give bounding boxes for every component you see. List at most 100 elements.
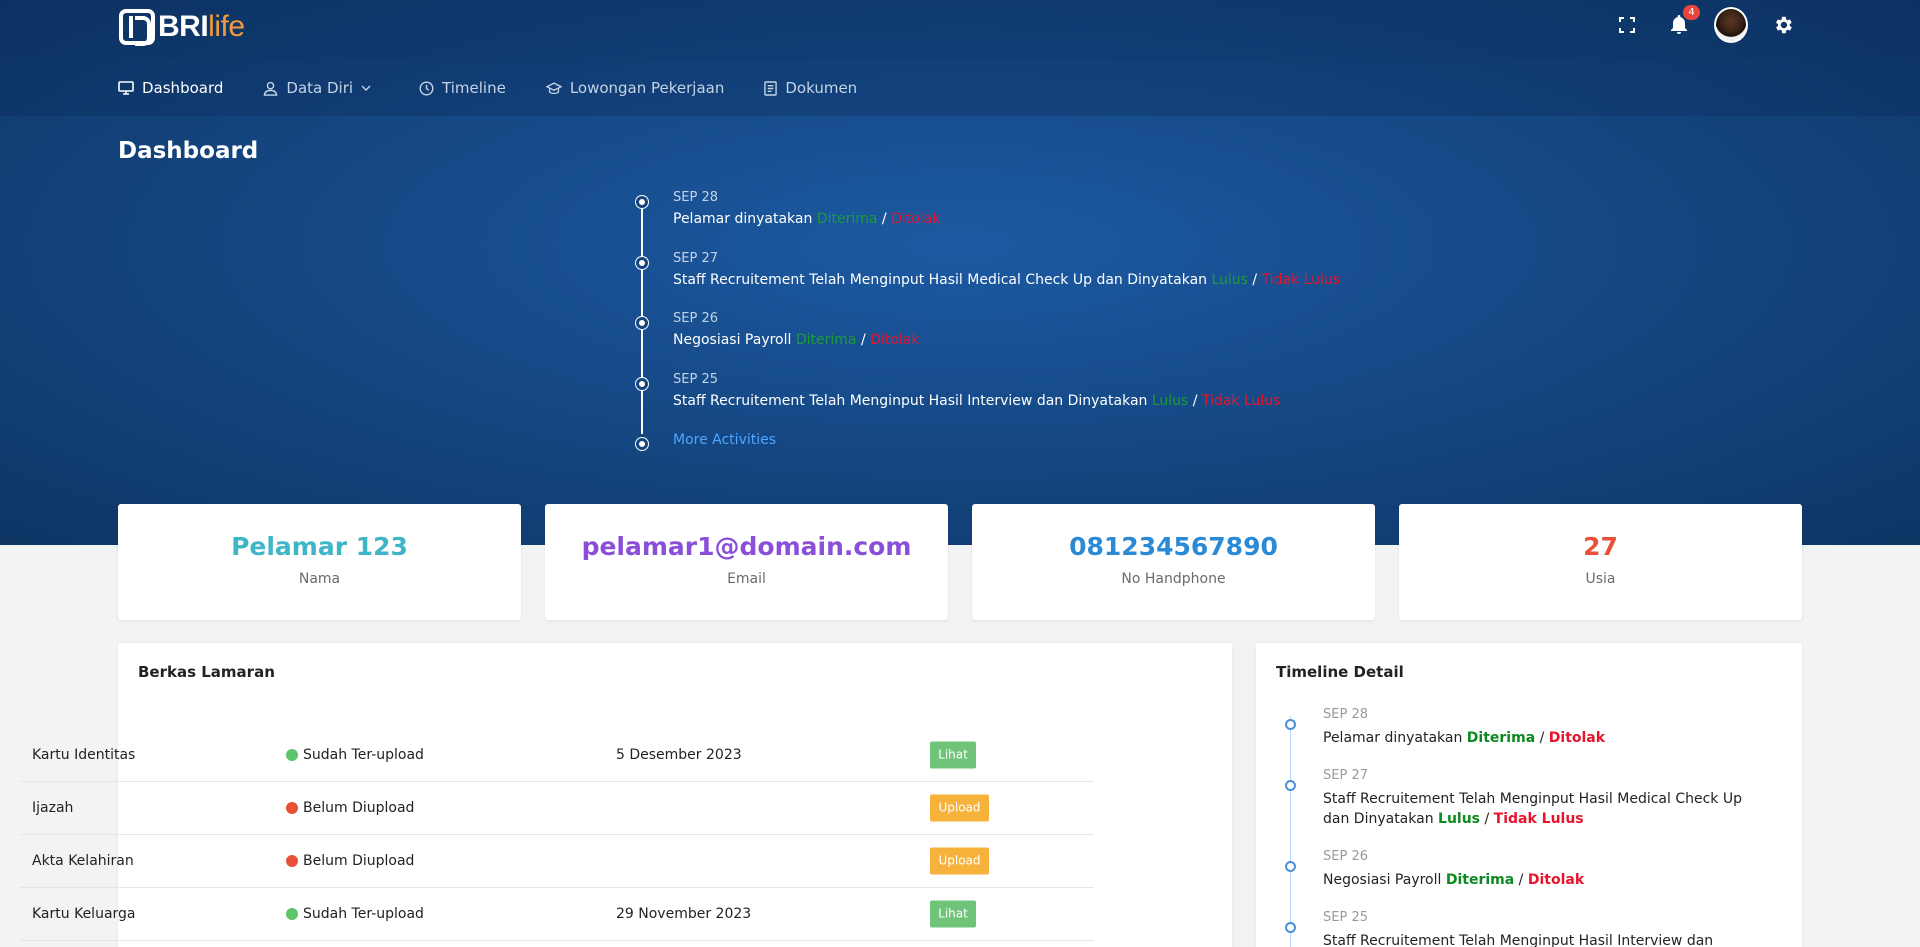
- timeline-text: Staff Recruitement Telah Menginput Hasil…: [1323, 791, 1743, 827]
- user-avatar-button[interactable]: [1714, 7, 1748, 43]
- fullscreen-icon[interactable]: [1610, 8, 1644, 42]
- timeline-line: [1290, 716, 1291, 947]
- brand-mark-icon: [119, 9, 155, 46]
- status-rejected: Ditolak: [870, 332, 920, 348]
- gear-icon[interactable]: [1766, 8, 1800, 42]
- upload-date: 5 Desember 2023: [616, 747, 742, 763]
- panel-title: Timeline Detail: [1276, 663, 1404, 681]
- timeline-dot: [1285, 922, 1296, 933]
- status-rejected: Tidak Lulus: [1261, 272, 1341, 288]
- avatar: [1714, 7, 1748, 43]
- nav-label-timeline: Timeline: [442, 79, 506, 97]
- status-dot: [286, 855, 298, 867]
- timeline-date: SEP 28: [1323, 707, 1368, 722]
- status-accepted: Diterima: [816, 211, 878, 227]
- timeline-text: Staff Recruitement Telah Menginput Hasil…: [673, 272, 1341, 288]
- upload-status: Sudah Ter-upload: [286, 747, 424, 763]
- document-name: Kartu Keluarga: [32, 906, 136, 922]
- brand-name-bri: BRI: [158, 10, 209, 43]
- timeline-dot: [1285, 780, 1296, 791]
- upload-status: Sudah Ter-upload: [286, 906, 424, 922]
- timeline-text: Negosiasi Payroll Diterima / Ditolak: [1323, 872, 1585, 888]
- timeline-date: SEP 27: [1323, 768, 1368, 783]
- timeline-dot: [636, 378, 648, 390]
- status-dot: [286, 802, 298, 814]
- card-value: 27: [1583, 532, 1618, 561]
- status-accepted: Diterima: [1466, 730, 1536, 746]
- timeline-text: Staff Recruitement Telah Menginput Hasil…: [1323, 933, 1714, 947]
- upload-button[interactable]: Upload: [930, 847, 989, 875]
- status-rejected: Tidak Lulus: [1493, 811, 1584, 827]
- bell-icon[interactable]: 4: [1662, 5, 1700, 42]
- nav-item-dashboard[interactable]: Dashboard: [118, 79, 223, 97]
- status-dot: [286, 908, 298, 920]
- nav-label-dashboard: Dashboard: [142, 79, 224, 97]
- notification-badge: 4: [1683, 5, 1700, 20]
- table-row: Kartu Identitas Sudah Ter-upload 5 Desem…: [20, 729, 1094, 782]
- nav-label-data-diri: Data Diri: [286, 79, 354, 97]
- panel-title: Berkas Lamaran: [138, 663, 275, 681]
- chevron-down-icon: [361, 85, 371, 91]
- nav-item-data-diri[interactable]: Data Diri: [263, 79, 379, 97]
- upload-button[interactable]: Upload: [930, 794, 989, 822]
- card-label: Nama: [298, 571, 341, 587]
- document-name: Kartu Identitas: [32, 747, 136, 763]
- main-nav: Dashboard Data Diri Timeline Lowongan Pe…: [118, 60, 897, 116]
- card-usia: 27 Usia: [1399, 504, 1802, 620]
- card-label: No Handphone: [1121, 571, 1226, 587]
- nav-item-lowongan-pekerjaan[interactable]: Lowongan Pekerjaan: [545, 79, 725, 97]
- timeline-date: SEP 25: [1323, 910, 1368, 925]
- timeline-text: Negosiasi Payroll Diterima / Ditolak: [673, 332, 920, 348]
- table-row: Akta Kelahiran Belum Diupload Upload: [20, 835, 1094, 888]
- card-label: Email: [727, 571, 766, 587]
- card-value: 081234567890: [1069, 532, 1278, 561]
- more-activities-link[interactable]: More Activities: [673, 432, 776, 448]
- timeline-dot: [636, 438, 648, 450]
- timeline-dot: [636, 257, 648, 269]
- timeline-date: SEP 26: [673, 311, 718, 326]
- upload-status: Belum Diupload: [286, 853, 414, 869]
- card-label: Usia: [1585, 571, 1616, 587]
- timeline-date: SEP 28: [673, 190, 718, 205]
- nav-item-timeline[interactable]: Timeline: [419, 79, 506, 97]
- status-accepted: Lulus: [1211, 272, 1248, 288]
- upload-date: 29 November 2023: [616, 906, 752, 922]
- brand-logo[interactable]: BRIlife: [119, 8, 245, 46]
- upload-status: Belum Diupload: [286, 800, 414, 816]
- brand-name: BRIlife: [158, 10, 245, 44]
- timeline-date: SEP 26: [1323, 849, 1368, 864]
- status-rejected: Tidak Lulus: [1201, 393, 1281, 409]
- user-icon: [263, 81, 278, 96]
- timeline-text: Staff Recruitement Telah Menginput Hasil…: [673, 393, 1281, 409]
- status-rejected: Ditolak: [1527, 872, 1585, 888]
- card-no-handphone: 081234567890 No Handphone: [972, 504, 1375, 620]
- status-accepted: Lulus: [1438, 811, 1481, 827]
- timeline-text: Pelamar dinyatakan Diterima / Ditolak: [1323, 730, 1606, 746]
- profile-cards: Pelamar 123 Nama pelamar1@domain.com Ema…: [118, 504, 1802, 620]
- timeline-text: Pelamar dinyatakan Diterima / Ditolak: [673, 211, 941, 227]
- document-icon: [764, 80, 778, 96]
- status-accepted: Diterima: [795, 332, 857, 348]
- card-email: pelamar1@domain.com Email: [545, 504, 948, 620]
- top-actions: 4: [1592, 5, 1800, 43]
- status-rejected: Ditolak: [1548, 730, 1606, 746]
- timeline-dot: [636, 317, 648, 329]
- graduation-cap-icon: [545, 81, 562, 94]
- card-value: Pelamar 123: [231, 532, 408, 561]
- lihat-button[interactable]: Lihat: [930, 900, 976, 928]
- status-dot: [286, 749, 298, 761]
- brand-name-life: life: [208, 10, 245, 43]
- page-title: Dashboard: [118, 138, 259, 164]
- nav-label-lowongan-pekerjaan: Lowongan Pekerjaan: [569, 79, 725, 97]
- lihat-button[interactable]: Lihat: [930, 741, 976, 769]
- document-name: Ijazah: [32, 800, 74, 816]
- status-accepted: Diterima: [1445, 872, 1515, 888]
- table-row: Ijazah Belum Diupload Upload: [20, 782, 1094, 835]
- card-value: pelamar1@domain.com: [581, 532, 912, 561]
- nav-label-dokumen: Dokumen: [785, 79, 858, 97]
- nav-item-dokumen[interactable]: Dokumen: [764, 79, 857, 97]
- document-name: Akta Kelahiran: [32, 853, 134, 869]
- table-row: Kartu Keluarga Sudah Ter-upload 29 Novem…: [20, 888, 1094, 941]
- monitor-icon: [118, 81, 134, 95]
- timeline-date: SEP 27: [673, 251, 718, 266]
